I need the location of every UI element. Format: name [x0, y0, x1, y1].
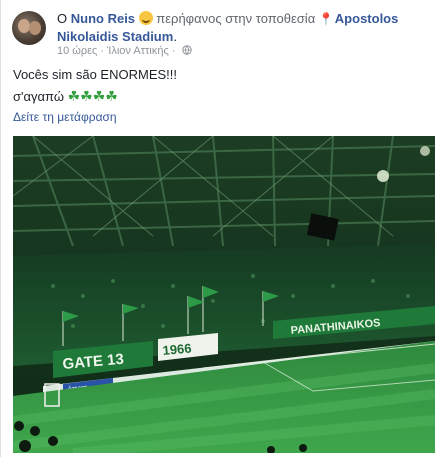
- shamrock-icon: ☘☘☘☘: [67, 88, 118, 104]
- location-pin-icon: 📍: [318, 12, 334, 26]
- smile-emoji-icon: [138, 11, 153, 25]
- post-time[interactable]: 10 ώρες: [57, 45, 97, 57]
- meta-separator: ·: [100, 45, 105, 57]
- message-text: σ'αγαπώ: [13, 89, 64, 104]
- feeling-text: περήφανος στην τοποθεσία: [156, 11, 316, 26]
- author-prefix: O: [57, 11, 68, 26]
- see-translation-link[interactable]: Δείτε τη μετάφραση: [13, 110, 117, 124]
- banner-year: 1966: [162, 341, 192, 358]
- author-name[interactable]: Nuno Reis: [71, 11, 135, 26]
- facebook-post: O Nuno Reis περήφανος στην τοποθεσία 📍Ap…: [0, 0, 445, 457]
- post-message-line2: σ'αγαπώ ☘☘☘☘: [13, 88, 118, 105]
- post-message-line1: Vocês sim são ENORMES!!!: [13, 67, 177, 82]
- avatar[interactable]: [12, 11, 46, 45]
- stadium-photo[interactable]: PANATHINAIKOS GATE 13 1966 όπαπ: [13, 136, 435, 453]
- globe-icon[interactable]: [181, 45, 192, 55]
- post-header: O Nuno Reis περήφανος στην τοποθεσία 📍Ap…: [57, 10, 437, 46]
- meta-separator-2: ·: [171, 45, 176, 57]
- stadium-image: PANATHINAIKOS GATE 13 1966 όπαπ: [13, 136, 435, 453]
- post-place[interactable]: Ίλιον Αττικής: [107, 45, 169, 57]
- location-suffix: .: [173, 29, 177, 44]
- post-meta: 10 ώρες · Ίλιον Αττικής ·: [57, 44, 192, 58]
